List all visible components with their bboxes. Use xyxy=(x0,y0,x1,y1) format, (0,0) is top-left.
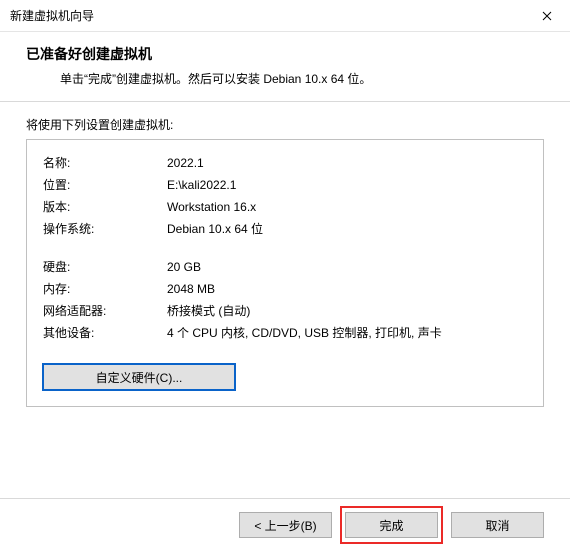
finish-button-highlight: 完成 xyxy=(340,506,443,544)
window-title: 新建虚拟机向导 xyxy=(10,7,94,24)
row-location-label: 位置: xyxy=(43,176,167,194)
row-disk-label: 硬盘: xyxy=(43,258,167,276)
page-subtitle: 单击“完成”创建虚拟机。然后可以安装 Debian 10.x 64 位。 xyxy=(26,70,544,87)
close-icon xyxy=(542,8,552,24)
row-location-value: E:\kali2022.1 xyxy=(167,176,527,194)
row-other-label: 其他设备: xyxy=(43,324,167,342)
row-os-label: 操作系统: xyxy=(43,220,167,238)
settings-label: 将使用下列设置创建虚拟机: xyxy=(26,116,544,133)
row-os-value: Debian 10.x 64 位 xyxy=(167,220,527,238)
customize-hardware-button[interactable]: 自定义硬件(C)... xyxy=(43,364,235,390)
row-version-value: Workstation 16.x xyxy=(167,198,527,216)
row-memory-label: 内存: xyxy=(43,280,167,298)
row-version-label: 版本: xyxy=(43,198,167,216)
row-name-value: 2022.1 xyxy=(167,154,527,172)
titlebar: 新建虚拟机向导 xyxy=(0,0,570,32)
settings-summary-box: 名称: 2022.1 位置: E:\kali2022.1 版本: Worksta… xyxy=(26,139,544,407)
content-area: 将使用下列设置创建虚拟机: 名称: 2022.1 位置: E:\kali2022… xyxy=(0,102,570,423)
row-name-label: 名称: xyxy=(43,154,167,172)
page-title: 已准备好创建虚拟机 xyxy=(26,44,544,64)
close-button[interactable] xyxy=(524,0,570,32)
spacer xyxy=(43,242,527,254)
cancel-button[interactable]: 取消 xyxy=(451,512,544,538)
row-net-label: 网络适配器: xyxy=(43,302,167,320)
wizard-header: 已准备好创建虚拟机 单击“完成”创建虚拟机。然后可以安装 Debian 10.x… xyxy=(0,32,570,102)
settings-grid: 名称: 2022.1 位置: E:\kali2022.1 版本: Worksta… xyxy=(43,154,527,342)
back-button[interactable]: < 上一步(B) xyxy=(239,512,332,538)
row-net-value: 桥接模式 (自动) xyxy=(167,302,527,320)
row-other-value: 4 个 CPU 内核, CD/DVD, USB 控制器, 打印机, 声卡 xyxy=(167,324,527,342)
row-disk-value: 20 GB xyxy=(167,258,527,276)
footer-buttons: < 上一步(B) 完成 取消 xyxy=(0,498,570,551)
finish-button[interactable]: 完成 xyxy=(345,512,438,538)
row-memory-value: 2048 MB xyxy=(167,280,527,298)
